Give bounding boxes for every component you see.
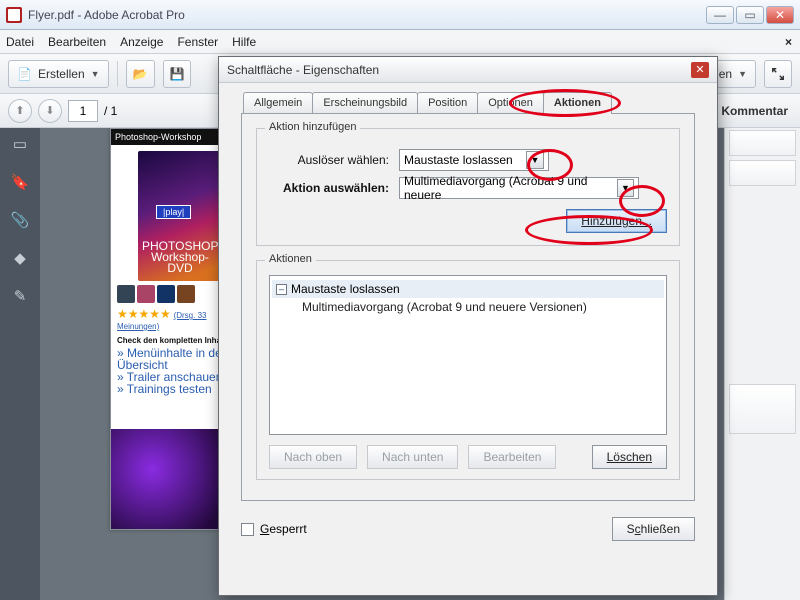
- layers-panel-icon[interactable]: ◆: [10, 248, 30, 268]
- dialog-titlebar[interactable]: Schaltfläche - Eigenschaften ✕: [219, 57, 717, 83]
- delete-action-button[interactable]: Löschen: [592, 445, 667, 469]
- disk-icon: 💾: [170, 67, 185, 81]
- tab-general[interactable]: Allgemein: [243, 92, 313, 113]
- close-dialog-button[interactable]: Schließen: [612, 517, 695, 541]
- action-value: Multimediavorgang (Acrobat 9 und neuere: [404, 174, 617, 202]
- dialog-body: Aktion hinzufügen Auslöser wählen: Maust…: [241, 113, 695, 501]
- chevron-down-icon: ▼: [526, 151, 544, 169]
- pages-panel-icon[interactable]: ▭: [10, 134, 30, 154]
- dialog-title: Schaltfläche - Eigenschaften: [227, 63, 379, 77]
- page-number-input[interactable]: 1: [68, 100, 98, 122]
- chevron-down-icon: ▼: [617, 179, 634, 197]
- product-cover: |play| PHOTOSHOPWorkshop-DVD: [138, 151, 222, 281]
- panel-slot[interactable]: [729, 160, 796, 186]
- panel-slot[interactable]: [729, 130, 796, 156]
- expand-icon: [771, 67, 785, 81]
- window-title: Flyer.pdf - Adobe Acrobat Pro: [28, 8, 706, 22]
- page-up-button[interactable]: ⬆: [8, 99, 32, 123]
- comment-toggle[interactable]: Kommentar: [721, 104, 792, 118]
- dialog-footer: Gesperrt Schließen: [219, 511, 717, 541]
- save-button[interactable]: 💾: [163, 60, 192, 88]
- group-legend: Aktionen: [265, 253, 316, 265]
- create-button[interactable]: 📄 Erstellen ▼: [8, 60, 109, 88]
- chevron-down-icon: ▼: [738, 69, 747, 79]
- expand-button[interactable]: [764, 60, 792, 88]
- open-button[interactable]: 📂: [126, 60, 155, 88]
- group-legend: Aktion hinzufügen: [265, 121, 360, 133]
- tab-position[interactable]: Position: [417, 92, 478, 113]
- page-down-button[interactable]: ⬇: [38, 99, 62, 123]
- right-panel: [724, 128, 800, 600]
- menu-help[interactable]: Hilfe: [232, 35, 256, 49]
- signatures-panel-icon[interactable]: ✎: [10, 286, 30, 306]
- window-close-button[interactable]: ✕: [766, 6, 794, 24]
- maximize-button[interactable]: ▭: [736, 6, 764, 24]
- tab-appearance[interactable]: Erscheinungsbild: [312, 92, 418, 113]
- action-select[interactable]: Multimediavorgang (Acrobat 9 und neuere …: [399, 177, 639, 199]
- page-total: / 1: [104, 104, 117, 118]
- actions-list-group: Aktionen – Maustaste loslassen Multimedi…: [256, 260, 680, 480]
- move-down-button[interactable]: Nach unten: [367, 445, 458, 469]
- folder-icon: 📂: [133, 67, 148, 81]
- window-titlebar: Flyer.pdf - Adobe Acrobat Pro — ▭ ✕: [0, 0, 800, 30]
- collapse-icon[interactable]: –: [276, 284, 287, 295]
- dialog-tabstrip: Allgemein Erscheinungsbild Position Opti…: [219, 83, 717, 113]
- action-label: Aktion auswählen:: [269, 181, 389, 195]
- add-action-group: Aktion hinzufügen Auslöser wählen: Maust…: [256, 128, 680, 246]
- document-close-icon[interactable]: ×: [785, 35, 792, 49]
- menu-file[interactable]: Datei: [6, 35, 34, 49]
- chevron-down-icon: ▼: [91, 69, 100, 79]
- panel-slot[interactable]: [729, 384, 796, 434]
- actions-listbox[interactable]: – Maustaste loslassen Multimediavorgang …: [269, 275, 667, 435]
- tab-options[interactable]: Optionen: [477, 92, 544, 113]
- app-icon: [6, 7, 22, 23]
- trigger-label: Auslöser wählen:: [269, 153, 389, 167]
- trigger-value: Maustaste loslassen: [404, 153, 513, 167]
- menu-view[interactable]: Anzeige: [120, 35, 163, 49]
- button-properties-dialog: Schaltfläche - Eigenschaften ✕ Allgemein…: [218, 56, 718, 596]
- add-action-button[interactable]: Hinzufügen...: [566, 209, 667, 233]
- list-item[interactable]: Multimediavorgang (Acrobat 9 und neuere …: [272, 298, 664, 316]
- tab-actions[interactable]: Aktionen: [543, 92, 612, 114]
- list-group-label: Maustaste loslassen: [291, 282, 400, 296]
- menu-edit[interactable]: Bearbeiten: [48, 35, 106, 49]
- list-group-header[interactable]: – Maustaste loslassen: [272, 280, 664, 298]
- create-label: Erstellen: [38, 67, 85, 81]
- menubar: Datei Bearbeiten Anzeige Fenster Hilfe ×: [0, 30, 800, 54]
- trigger-select[interactable]: Maustaste loslassen ▼: [399, 149, 549, 171]
- attachments-panel-icon[interactable]: 📎: [10, 210, 30, 230]
- file-icon: 📄: [17, 67, 32, 81]
- play-button-overlay[interactable]: |play|: [156, 205, 191, 219]
- locked-label: Gesperrt: [260, 522, 307, 536]
- minimize-button[interactable]: —: [706, 6, 734, 24]
- menu-window[interactable]: Fenster: [177, 35, 218, 49]
- locked-checkbox[interactable]: [241, 523, 254, 536]
- left-nav-rail: ▭ 🔖 📎 ◆ ✎: [0, 128, 40, 600]
- bookmarks-panel-icon[interactable]: 🔖: [10, 172, 30, 192]
- move-up-button[interactable]: Nach oben: [269, 445, 357, 469]
- edit-action-button[interactable]: Bearbeiten: [468, 445, 556, 469]
- dialog-close-button[interactable]: ✕: [691, 62, 709, 78]
